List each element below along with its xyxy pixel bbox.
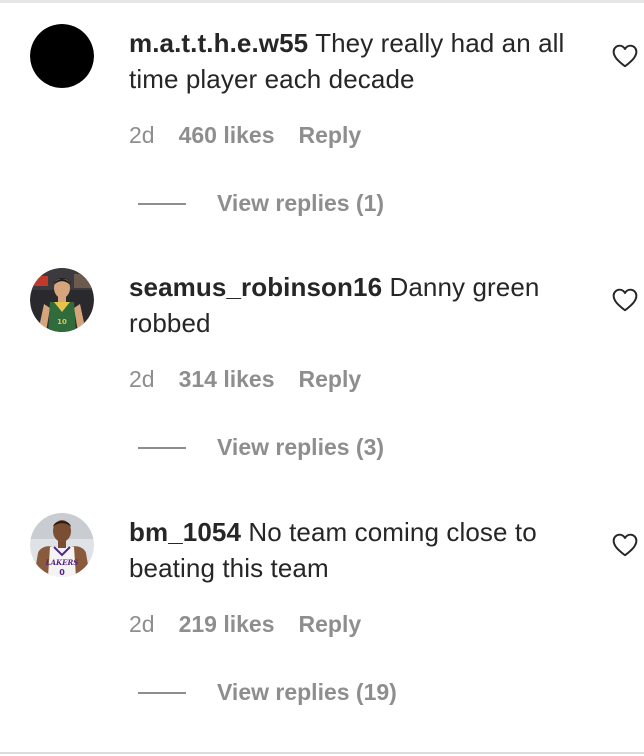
avatar[interactable]: 10	[30, 268, 94, 332]
heart-outline-icon[interactable]	[612, 288, 638, 312]
view-replies-label: View replies (1)	[217, 190, 385, 216]
comment-likes[interactable]: 460 likes	[179, 122, 275, 149]
basketball-player-lakers-jersey-avatar-image: LAKERS 0	[30, 513, 94, 577]
black-circle-avatar-image	[30, 24, 94, 88]
view-replies-button[interactable]: View replies (19)	[138, 679, 397, 706]
reply-button[interactable]: Reply	[299, 122, 362, 149]
comment-time[interactable]: 2d	[129, 366, 155, 393]
comment-body: bm_1054 No team coming close to beating …	[129, 514, 589, 586]
view-replies-button[interactable]: View replies (3)	[138, 434, 384, 461]
replies-divider-line	[138, 691, 186, 694]
replies-divider-line	[138, 202, 186, 205]
svg-text:10: 10	[57, 318, 67, 326]
comment-item: 10 seamus_robinson16 Danny green robbed …	[0, 244, 644, 488]
comment-likes[interactable]: 219 likes	[179, 611, 275, 638]
comment-body: seamus_robinson16 Danny green robbed	[129, 269, 589, 341]
comment-item: m.a.t.t.h.e.w55 They really had an all t…	[0, 0, 644, 244]
view-replies-label: View replies (19)	[217, 679, 397, 705]
comment-body: m.a.t.t.h.e.w55 They really had an all t…	[129, 25, 589, 97]
comment-item: LAKERS 0 bm_1054 No team coming close to…	[0, 489, 644, 733]
comment-likes[interactable]: 314 likes	[179, 366, 275, 393]
avatar[interactable]	[30, 24, 94, 88]
comment-username[interactable]: m.a.t.t.h.e.w55	[129, 28, 308, 58]
comment-time[interactable]: 2d	[129, 611, 155, 638]
comment-meta: 2d 460 likes Reply	[129, 122, 361, 149]
reply-button[interactable]: Reply	[299, 611, 362, 638]
reply-button[interactable]: Reply	[299, 366, 362, 393]
bottom-divider	[0, 752, 644, 754]
avatar[interactable]: LAKERS 0	[30, 513, 94, 577]
svg-text:LAKERS: LAKERS	[45, 558, 79, 567]
basketball-player-green-jersey-avatar-image: 10	[30, 268, 94, 332]
svg-text:0: 0	[59, 568, 65, 577]
comment-username[interactable]: seamus_robinson16	[129, 272, 382, 302]
heart-outline-icon[interactable]	[612, 44, 638, 68]
comment-time[interactable]: 2d	[129, 122, 155, 149]
heart-outline-icon[interactable]	[612, 533, 638, 557]
replies-divider-line	[138, 446, 186, 449]
view-replies-label: View replies (3)	[217, 434, 385, 460]
view-replies-button[interactable]: View replies (1)	[138, 190, 384, 217]
comment-meta: 2d 219 likes Reply	[129, 611, 361, 638]
comment-username[interactable]: bm_1054	[129, 517, 241, 547]
comment-meta: 2d 314 likes Reply	[129, 366, 361, 393]
